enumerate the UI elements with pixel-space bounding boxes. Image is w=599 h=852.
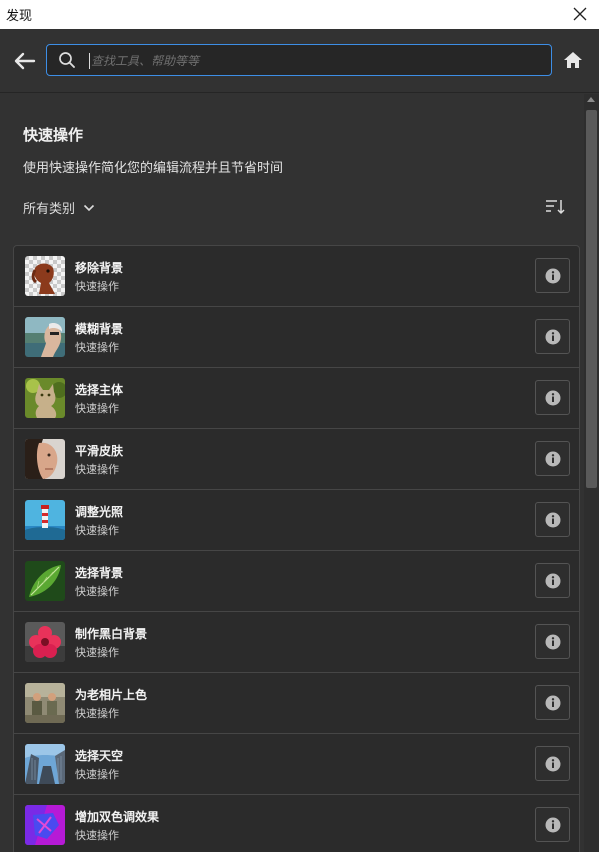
list-item[interactable]: 增加双色调效果 快速操作 (14, 795, 579, 852)
item-type: 快速操作 (75, 646, 119, 659)
vertical-scrollbar[interactable] (584, 94, 599, 852)
search-box[interactable] (46, 44, 552, 76)
info-icon (545, 573, 560, 588)
sort-icon (546, 200, 565, 215)
info-button[interactable] (535, 685, 570, 720)
item-type: 快速操作 (75, 768, 119, 781)
quick-actions-list: 移除背景 快速操作 模糊背景 快速操作 选择主体 快速操作 平滑皮肤 快速操作 … (13, 245, 580, 852)
info-icon (545, 634, 560, 649)
info-button[interactable] (535, 319, 570, 354)
info-icon (545, 451, 560, 466)
thumbnail-black-white-background (25, 622, 65, 662)
arrow-left-icon (14, 52, 36, 70)
thumbnail-select-sky (25, 744, 65, 784)
item-name: 为老相片上色 (75, 688, 148, 702)
back-button[interactable] (12, 49, 38, 73)
item-type: 快速操作 (75, 585, 119, 598)
info-icon (545, 390, 560, 405)
item-type: 快速操作 (75, 402, 119, 415)
list-item[interactable]: 调整光照 快速操作 (14, 490, 579, 551)
info-icon (545, 756, 560, 771)
item-type: 快速操作 (75, 524, 119, 537)
info-button[interactable] (535, 563, 570, 598)
item-type: 快速操作 (75, 707, 119, 720)
item-name: 平滑皮肤 (75, 444, 124, 458)
list-item[interactable]: 选择背景 快速操作 (14, 551, 579, 612)
info-button[interactable] (535, 746, 570, 781)
window-titlebar: 发现 (0, 0, 599, 29)
item-name: 增加双色调效果 (75, 810, 160, 824)
thumbnail-blur-background (25, 317, 65, 357)
item-name: 选择背景 (75, 566, 124, 580)
info-icon (545, 817, 560, 832)
info-icon (545, 512, 560, 527)
info-icon (545, 329, 560, 344)
text-caret (89, 53, 90, 69)
thumbnail-select-subject (25, 378, 65, 418)
info-button[interactable] (535, 441, 570, 476)
item-name: 选择主体 (75, 383, 124, 397)
home-icon (564, 52, 582, 68)
item-type: 快速操作 (75, 280, 119, 293)
info-button[interactable] (535, 624, 570, 659)
list-item[interactable]: 平滑皮肤 快速操作 (14, 429, 579, 490)
list-item[interactable]: 模糊背景 快速操作 (14, 307, 579, 368)
item-type: 快速操作 (75, 829, 119, 842)
section-description: 使用快速操作简化您的编辑流程并且节省时间 (23, 161, 284, 176)
list-item[interactable]: 制作黑白背景 快速操作 (14, 612, 579, 673)
sort-button[interactable] (544, 198, 566, 216)
section-title: 快速操作 (23, 126, 84, 144)
list-item[interactable]: 选择主体 快速操作 (14, 368, 579, 429)
thumbnail-select-background (25, 561, 65, 601)
info-icon (545, 695, 560, 710)
list-item[interactable]: 为老相片上色 快速操作 (14, 673, 579, 734)
close-icon[interactable] (569, 3, 591, 25)
item-name: 模糊背景 (75, 322, 124, 336)
item-type: 快速操作 (75, 463, 119, 476)
discover-header (0, 29, 599, 93)
home-button[interactable] (562, 49, 584, 71)
list-item[interactable]: 选择天空 快速操作 (14, 734, 579, 795)
category-label: 所有类别 (23, 202, 76, 217)
scroll-up-arrow-icon[interactable] (587, 97, 595, 102)
chevron-down-icon (83, 204, 95, 211)
info-button[interactable] (535, 807, 570, 842)
thumbnail-adjust-lighting (25, 500, 65, 540)
window-title: 发现 (6, 9, 33, 24)
scrollbar-thumb[interactable] (586, 110, 597, 488)
item-name: 制作黑白背景 (75, 627, 148, 641)
item-name: 调整光照 (75, 505, 124, 519)
thumbnail-smooth-skin (25, 439, 65, 479)
search-input[interactable] (91, 49, 531, 73)
info-button[interactable] (535, 502, 570, 537)
info-button[interactable] (535, 258, 570, 293)
discover-content: 快速操作 使用快速操作简化您的编辑流程并且节省时间 所有类别 移除背景 快速操作 (0, 94, 584, 852)
item-name: 移除背景 (75, 261, 124, 275)
search-icon (58, 51, 76, 69)
category-dropdown[interactable]: 所有类别 (23, 198, 95, 217)
thumbnail-remove-background (25, 256, 65, 296)
item-name: 选择天空 (75, 749, 124, 763)
info-button[interactable] (535, 380, 570, 415)
item-type: 快速操作 (75, 341, 119, 354)
list-item[interactable]: 移除背景 快速操作 (14, 246, 579, 307)
thumbnail-duotone (25, 805, 65, 845)
info-icon (545, 268, 560, 283)
thumbnail-colorize-old-photo (25, 683, 65, 723)
